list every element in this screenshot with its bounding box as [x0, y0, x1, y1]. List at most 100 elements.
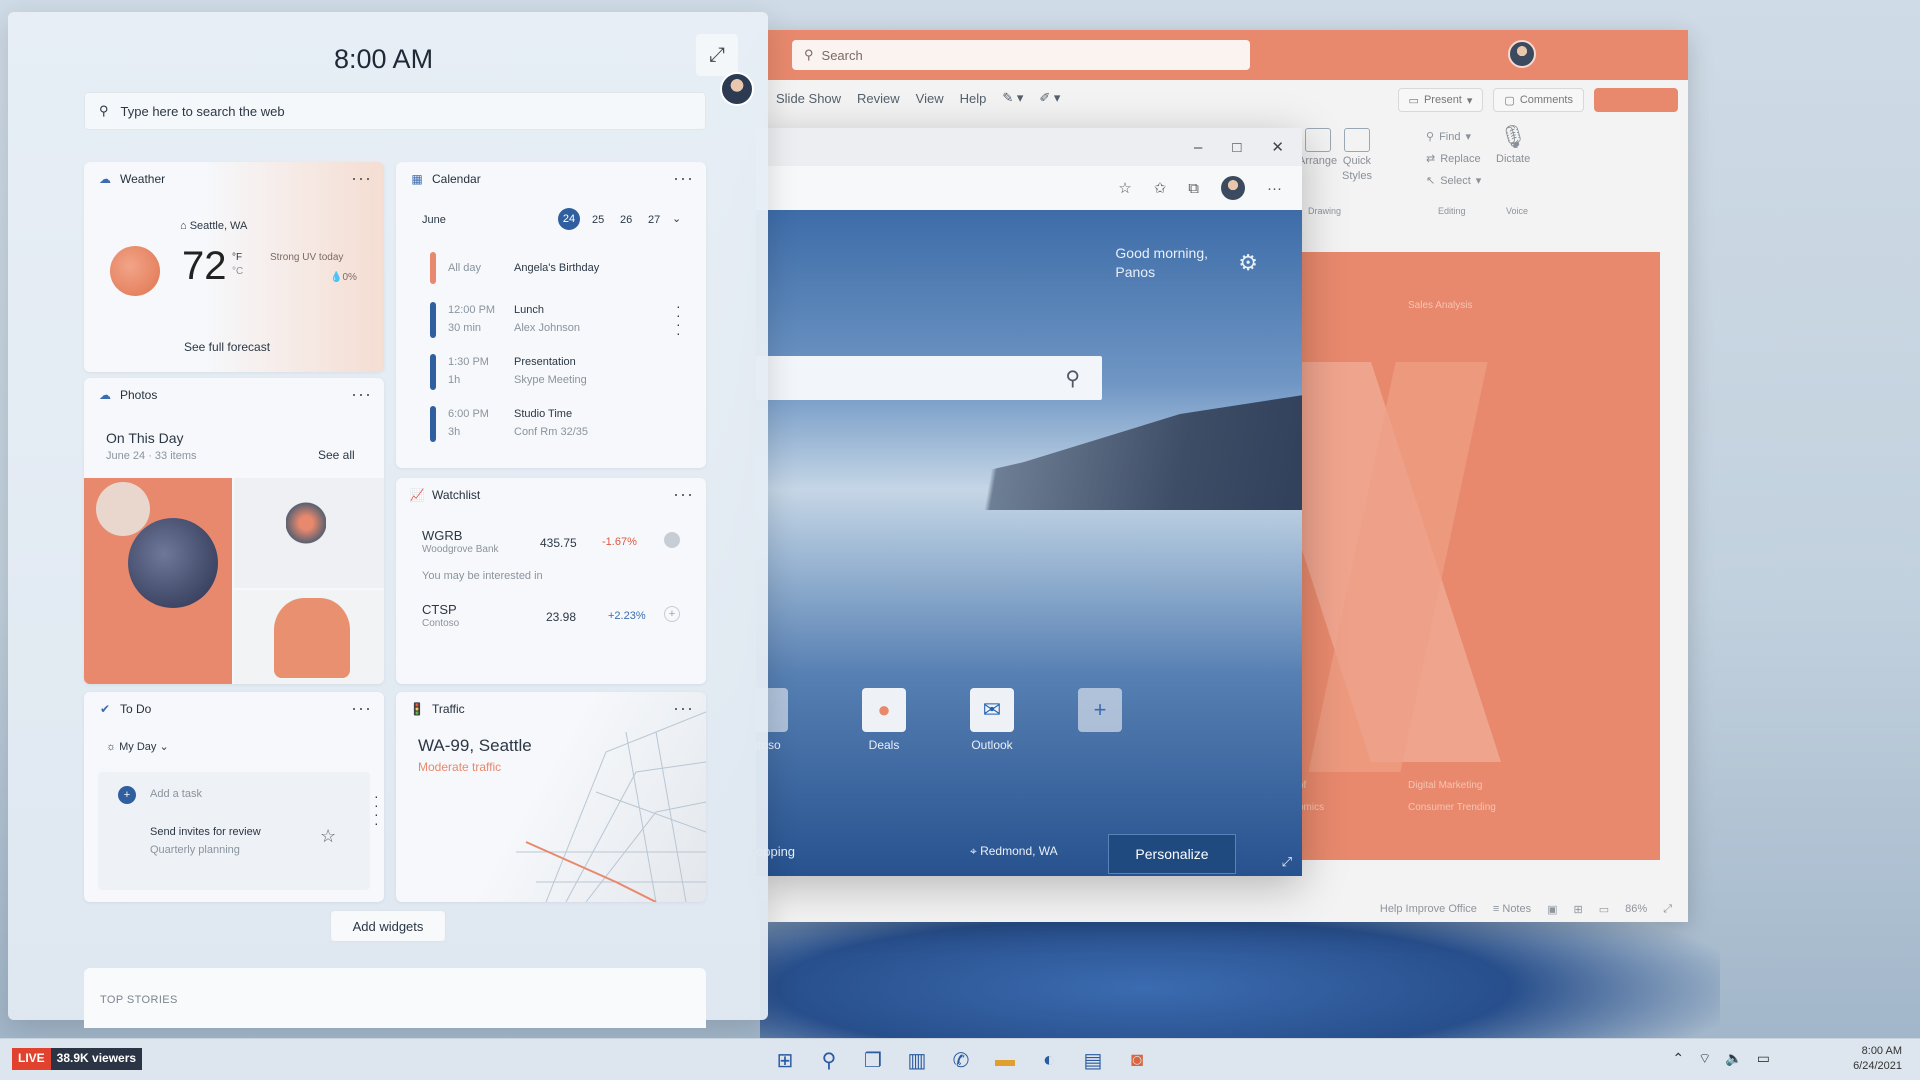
help-improve-link[interactable]: Help Improve Office: [1380, 903, 1477, 915]
volume-icon[interactable]: 🔈: [1725, 1050, 1742, 1068]
task-title[interactable]: Send invites for review: [150, 826, 261, 838]
add-icon[interactable]: +: [664, 606, 680, 622]
wifi-icon[interactable]: ⌔: [1698, 1050, 1711, 1068]
photo-thumbnail[interactable]: [234, 478, 384, 588]
traffic-road: WA-99, Seattle: [418, 736, 532, 755]
stock-ticker[interactable]: CTSP: [422, 602, 457, 617]
start-icon[interactable]: ⊞: [770, 1045, 800, 1075]
more-icon[interactable]: ···: [673, 484, 694, 505]
normal-view-icon[interactable]: ▣: [1547, 903, 1557, 916]
expand-icon[interactable]: ⤢: [1282, 854, 1292, 870]
avatar[interactable]: [1508, 40, 1536, 68]
expand-icon[interactable]: ⤢: [696, 34, 738, 76]
event-title[interactable]: Presentation: [514, 356, 576, 368]
zoom-level[interactable]: 86%: [1625, 903, 1647, 915]
close-icon[interactable]: ✕: [1271, 138, 1284, 156]
edge-icon[interactable]: ◐: [1034, 1045, 1064, 1075]
web-search-input[interactable]: ⚲: [756, 356, 1102, 400]
add-widgets-button[interactable]: Add widgets: [330, 910, 446, 942]
more-icon[interactable]: ···: [673, 168, 694, 189]
more-icon[interactable]: ···: [351, 698, 372, 719]
event-title[interactable]: Lunch: [514, 304, 544, 316]
arrange-button[interactable]: Arrange: [1298, 128, 1337, 167]
present-button[interactable]: ▭ Present ▾: [1397, 88, 1484, 112]
check-icon[interactable]: [664, 532, 680, 548]
tile-add[interactable]: +: [1078, 688, 1122, 732]
chevron-down-icon[interactable]: ⌄: [672, 212, 681, 225]
ppt-search-box[interactable]: ⚲ Search: [792, 40, 1250, 70]
more-icon[interactable]: ···: [351, 384, 372, 405]
more-icon[interactable]: ···: [673, 698, 694, 719]
search-icon[interactable]: ⚲: [814, 1045, 844, 1075]
minimize-icon[interactable]: –: [1194, 139, 1202, 156]
watchlist-card[interactable]: 📈 Watchlist ··· WGRB Woodgrove Bank 435.7…: [396, 478, 706, 684]
add-task-input[interactable]: Add a task: [150, 788, 202, 800]
menu-slide-show[interactable]: Slide Show: [776, 91, 841, 106]
web-search-input[interactable]: ⚲ Type here to search the web: [84, 92, 706, 130]
replace-button[interactable]: ⇄ Replace: [1426, 152, 1481, 166]
todo-list-selector[interactable]: ☼ My Day ⌄: [106, 740, 169, 753]
see-all-link[interactable]: See all: [318, 448, 355, 462]
location-label[interactable]: ⌖ Redmond, WA: [970, 844, 1058, 859]
pen-icon[interactable]: ✎ ▾: [1002, 90, 1023, 106]
notes-label: Notes: [1502, 903, 1532, 915]
day[interactable]: 27: [648, 214, 660, 226]
photo-thumbnail[interactable]: [84, 478, 232, 684]
chat-icon[interactable]: ✆: [946, 1045, 976, 1075]
fit-slide-icon[interactable]: ⤢: [1663, 903, 1672, 916]
see-forecast-link[interactable]: See full forecast: [184, 340, 270, 354]
slide-canvas[interactable]: Sales Analysis of omics Digital Marketin…: [1296, 252, 1660, 860]
share-button[interactable]: [1594, 88, 1678, 112]
menu-review[interactable]: Review: [857, 91, 900, 106]
dictate-button[interactable]: 🎙 Dictate: [1496, 124, 1530, 165]
store-icon[interactable]: ▤: [1078, 1045, 1108, 1075]
menu-help[interactable]: Help: [960, 91, 987, 106]
landscape-mountain: [816, 390, 1302, 510]
battery-icon[interactable]: ▭: [1757, 1050, 1770, 1068]
stock-ticker[interactable]: WGRB: [422, 528, 462, 543]
day[interactable]: 26: [620, 214, 632, 226]
reading-view-icon[interactable]: ▭: [1599, 903, 1609, 916]
avatar[interactable]: [720, 72, 754, 106]
powerpoint-icon[interactable]: ◙: [1122, 1045, 1152, 1075]
select-button[interactable]: ↖ Select ▾: [1426, 174, 1481, 188]
chevron-up-icon[interactable]: ⌃: [1672, 1050, 1684, 1068]
tile-deals[interactable]: ● Deals: [862, 688, 906, 752]
personalize-button[interactable]: Personalize: [1108, 834, 1236, 874]
slide-sorter-icon[interactable]: ⊞: [1574, 903, 1583, 916]
more-icon[interactable]: ···: [1267, 180, 1282, 197]
gear-icon[interactable]: ⚙: [1238, 250, 1258, 276]
star-icon[interactable]: ☆: [320, 826, 336, 847]
menu-view[interactable]: View: [916, 91, 944, 106]
day-selected[interactable]: 24: [558, 208, 580, 230]
favorites-icon[interactable]: ✩: [1154, 179, 1167, 197]
add-icon[interactable]: +: [118, 786, 136, 804]
find-button[interactable]: ⚲ Find ▾: [1426, 130, 1471, 144]
quick-styles-button[interactable]: Quick Styles: [1342, 128, 1372, 182]
tile-outlook[interactable]: ✉ Outlook: [970, 688, 1014, 752]
draw-icon[interactable]: ✐ ▾: [1039, 90, 1060, 106]
event-title[interactable]: Angela's Birthday: [514, 262, 599, 274]
maximize-icon[interactable]: □: [1232, 139, 1241, 156]
scroll-handle-icon[interactable]: · · · ·: [374, 789, 379, 830]
task-view-icon[interactable]: ❐: [858, 1045, 888, 1075]
widgets-icon[interactable]: ▥: [902, 1045, 932, 1075]
comments-button[interactable]: ▢ Comments: [1493, 88, 1584, 112]
weather-card[interactable]: ☁ Weather ··· ⌂ Seattle, WA 72 °F °C Stro…: [84, 162, 384, 372]
traffic-card[interactable]: 🚦 Traffic ··· WA-99, Seattle Moderate tra…: [396, 692, 706, 902]
traffic-status: Moderate traffic: [418, 760, 502, 774]
add-favorite-icon[interactable]: ☆: [1118, 179, 1131, 197]
file-explorer-icon[interactable]: ▬: [990, 1045, 1020, 1075]
avatar[interactable]: [1221, 176, 1245, 200]
scroll-handle-icon[interactable]: · · · ·: [676, 299, 681, 340]
day[interactable]: 25: [592, 214, 604, 226]
clock[interactable]: 8:00 AM 6/24/2021: [1853, 1044, 1902, 1074]
collections-icon[interactable]: ⧉: [1188, 180, 1199, 197]
todo-card[interactable]: ✔ To Do ··· ☼ My Day ⌄ + Add a task Send …: [84, 692, 384, 902]
photo-thumbnail[interactable]: [234, 590, 384, 684]
photos-card[interactable]: ☁ Photos ··· On This Day June 24 · 33 ite…: [84, 378, 384, 684]
more-icon[interactable]: ···: [351, 168, 372, 189]
notes-button[interactable]: ≡ Notes: [1493, 903, 1531, 915]
calendar-card[interactable]: ▦ Calendar ··· June 24 25 26 27 ⌄ All day…: [396, 162, 706, 468]
event-title[interactable]: Studio Time: [514, 408, 572, 420]
